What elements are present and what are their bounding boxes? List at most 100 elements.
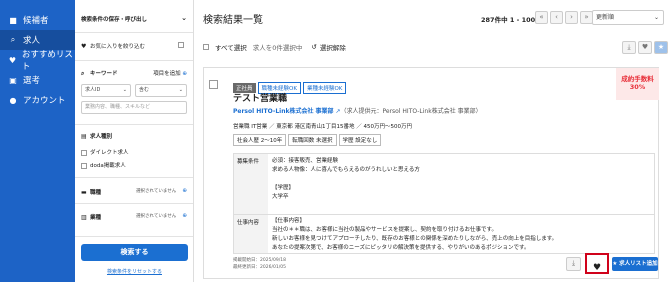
job-title[interactable]: テスト営業職 [233, 91, 287, 104]
keyword-match-select[interactable]: 含む ⌄ [135, 84, 187, 97]
work-line: 当社の＊＊職は、お客様に当社の製品やサービスを提案し、契約を取り付けるお仕事です… [272, 227, 497, 233]
plus-icon: ⊕ [182, 188, 187, 194]
inexperience-tag: 業種未経験OK [302, 82, 347, 94]
main-content: 検索結果一覧 287件中 1 - 100件 « ‹ › » 更新順 ⌄ すべて選択… [194, 0, 670, 282]
keyword-input[interactable]: 業務内容、職種、スキルなど [81, 101, 187, 114]
nav-item-account[interactable]: ● アカウント [0, 90, 75, 110]
heart-icon: ♥ [81, 43, 87, 50]
double-right-icon: » [584, 13, 589, 21]
req-line: 必須：接客販売、営業経験 [272, 158, 339, 164]
search-icon: ⌕ [10, 35, 16, 44]
document-icon: ▤ [81, 133, 87, 140]
saved-search-toggle[interactable]: 検索条件の保存・呼び出し ⌄ [81, 14, 187, 23]
req-line: 【学歴】 [272, 185, 295, 191]
building-icon: ▥ [81, 214, 87, 221]
chevron-down-icon: ⌄ [181, 14, 187, 22]
updated-date: 最終更新日：2026/01/05 [233, 265, 286, 270]
plus-icon: ⊕ [182, 71, 187, 77]
plus-icon: ⊕ [182, 213, 187, 219]
requirements-section: 募集条件 必須：接客販売、営業経験 求める人物像：人に喜んでもらえるのがうれしい… [233, 153, 655, 215]
direct-job-option[interactable]: ダイレクト求人 [81, 148, 187, 156]
filter-panel: 検索条件の保存・呼び出し ⌄ ♥ お気に入りを絞り込む ⌕ キーワード 項目を追加 ⊕ … [75, 0, 194, 282]
nav-label: アカウント [23, 96, 66, 106]
download-icon: ⤓ [627, 43, 631, 51]
checkbox[interactable] [81, 162, 87, 169]
favorites-label: お気に入りを絞り込む [90, 44, 146, 50]
requirement-badge: 社会人歴 2〜10年 [233, 134, 287, 146]
company-link[interactable]: Persol HITO-Link株式会社 事業部 [233, 108, 334, 115]
left-icon: ‹ [555, 13, 558, 21]
work-section: 仕事内容 【仕事内容】 当社の＊＊職は、お客様に当社の製品やサービスを提案し、契… [233, 214, 655, 254]
job-type-label: 求人種別 [90, 134, 113, 140]
requirements-label: 募集条件 [234, 154, 268, 214]
favorites-checkbox[interactable] [178, 42, 184, 48]
provider-text: （求人提供元：Persol HITO-Link株式会社 事業部） [340, 108, 482, 115]
chevron-down-icon: ⌄ [178, 87, 183, 93]
requirement-badge: 学歴 設定なし [338, 134, 382, 146]
search-icon: ⌕ [81, 70, 85, 77]
heart-icon: ♥ [8, 55, 17, 65]
select-all-checkbox[interactable] [203, 44, 209, 50]
doda-job-option[interactable]: doda掲載求人 [81, 161, 187, 169]
add-to-list-label: 求人リスト追加 [619, 261, 658, 267]
work-line: 新しいお客様を見つけてアプローチしたり、既存のお客様との関係を深めたりしながら、… [272, 236, 558, 242]
chevron-down-icon: ⌄ [653, 14, 659, 21]
heart-icon: ♥ [641, 43, 649, 51]
req-line: 大学卒 [272, 194, 289, 200]
favorite-all-button[interactable]: ♥ [638, 41, 652, 54]
nav-label: 候補者 [23, 16, 49, 26]
briefcase-icon: ▬ [81, 189, 87, 196]
job-meta: 営業職 IT営業 ／ 東京都 港区南青山1丁目15番地 ／ 450万円〜500万… [233, 124, 412, 130]
industry-label: 業種 [90, 215, 102, 221]
add-item-link[interactable]: 項目を追加 ⊕ [153, 69, 187, 77]
result-count: 287件中 1 - 100件 [481, 16, 542, 24]
star-icon: ★ [657, 43, 665, 51]
direct-label: ダイレクト求人 [90, 150, 129, 156]
selected-info: 求人を0件選択中 [252, 44, 303, 52]
requirement-badge: 転職回数 未選択 [288, 134, 337, 146]
nav-item-selection[interactable]: ▣ 選考 [0, 70, 75, 90]
work-line: 【仕事内容】 [272, 218, 306, 224]
favorites-filter[interactable]: ♥ お気に入りを絞り込む [81, 42, 187, 50]
download-job-button[interactable]: ⤓ [566, 257, 581, 271]
saved-search-label: 検索条件の保存・呼び出し [81, 17, 148, 23]
nav-item-jobs[interactable]: ⌕ 求人 [0, 30, 75, 50]
add-list-button[interactable]: ★ [654, 41, 668, 54]
chevron-down-icon: ⌄ [122, 87, 127, 93]
select-all-label[interactable]: すべて選択 [215, 42, 247, 52]
add-to-list-button[interactable]: ★ 求人リスト追加 [612, 257, 658, 271]
job-checkbox[interactable] [209, 80, 218, 89]
sort-select[interactable]: 更新順 ⌄ [592, 10, 664, 25]
search-button[interactable]: 検索する [81, 244, 188, 261]
industry-filter[interactable]: ▥ 業種 選択されていません ⊕ [81, 213, 187, 221]
first-page-button[interactable]: « [535, 11, 548, 24]
fee-label: 成約手数料 [621, 75, 654, 83]
nav-label: 選考 [23, 76, 41, 86]
occupation-filter[interactable]: ▬ 職種 選択されていません ⊕ [81, 188, 187, 196]
undo-icon: ↺ [311, 43, 317, 51]
checkbox[interactable] [81, 149, 87, 156]
fee-badge: 成約手数料 30% [616, 68, 659, 100]
nav-item-candidates[interactable]: ■ 候補者 [0, 10, 75, 30]
posted-date: 掲載開始日：2025/09/18 [233, 258, 286, 263]
req-line: 求める人物像：人に喜んでもらえるのがうれしいと思える方 [272, 167, 420, 173]
download-button[interactable]: ⤓ [622, 41, 636, 54]
right-icon: › [570, 13, 573, 21]
prev-page-button[interactable]: ‹ [550, 11, 563, 24]
favorite-button[interactable]: ♥ [585, 253, 609, 274]
job-card: 正社員 職種未経験OK 業種未経験OK テスト営業職 Persol HITO-Lin… [203, 67, 659, 279]
clear-selection-button[interactable]: 選択解除 [320, 42, 346, 52]
reset-link[interactable]: 検索条件をリセットする [75, 268, 194, 275]
nav-item-recommend[interactable]: ♥ おすすめリスト [0, 50, 75, 72]
nav-label: おすすめリスト [21, 50, 73, 72]
download-icon: ⤓ [571, 259, 576, 267]
double-left-icon: « [539, 13, 544, 21]
keyword-label: キーワード [90, 71, 118, 77]
work-label: 仕事内容 [234, 215, 268, 253]
page-title: 検索結果一覧 [203, 15, 263, 26]
keyword-type-select[interactable]: 求人ID ⌄ [81, 84, 131, 97]
next-page-button[interactable]: › [565, 11, 578, 24]
occupation-label: 職種 [90, 190, 102, 196]
user-icon: ● [9, 95, 17, 105]
work-line: あなたの提案次第で、お客様のニーズにピッタリの解決策を提供する、やりがいのあるポ… [272, 245, 530, 251]
